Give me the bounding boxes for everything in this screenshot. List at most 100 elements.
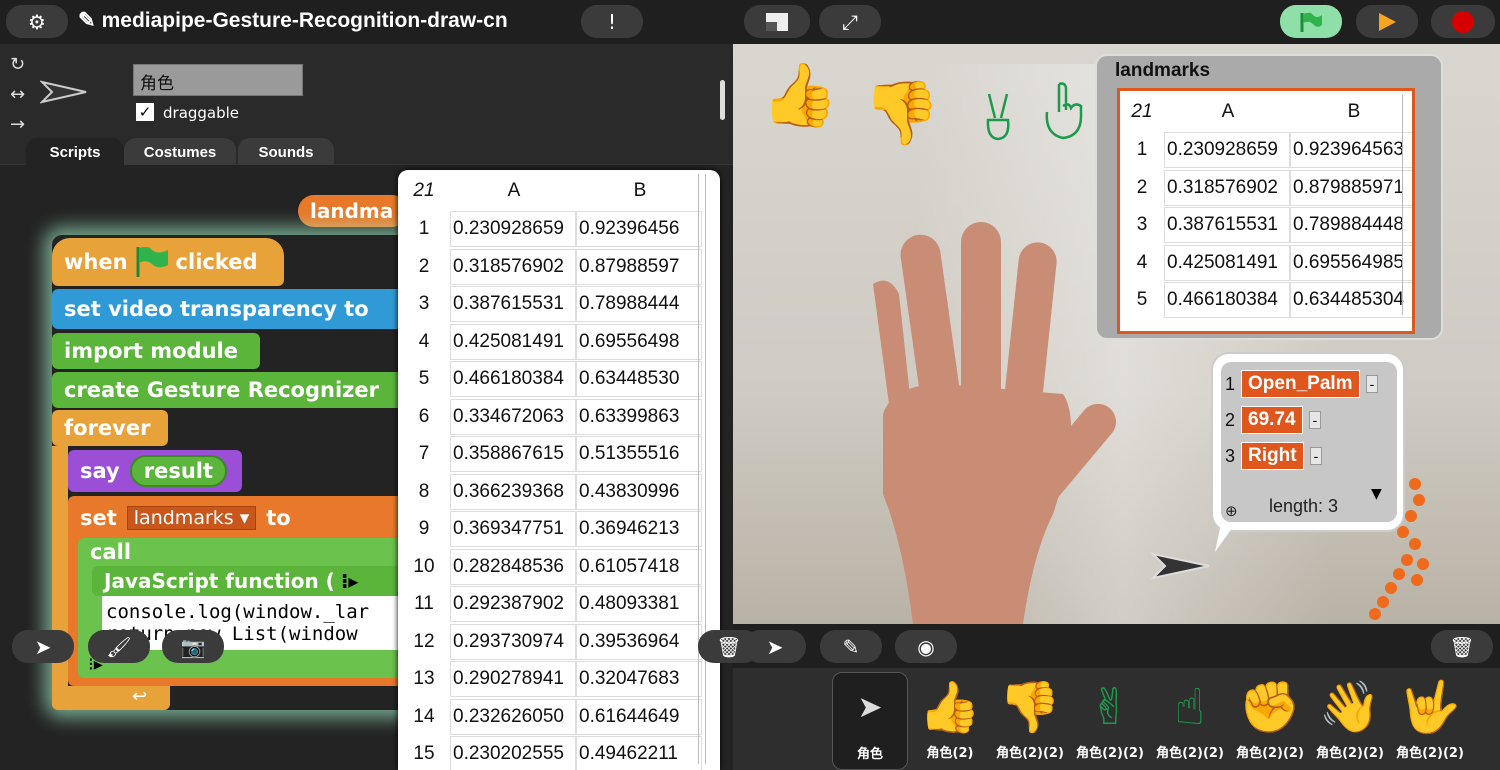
say-block[interactable]: say result	[68, 450, 242, 492]
settings-gear-icon[interactable]: ⚙	[6, 5, 68, 38]
forever-block[interactable]: forever	[52, 410, 168, 446]
cell-a[interactable]: 0.318576902	[450, 248, 576, 285]
cell-b[interactable]: 0.63448530	[576, 361, 702, 397]
tab-sounds[interactable]: Sounds	[238, 138, 334, 166]
add-item-icon[interactable]: ⊕	[1225, 502, 1238, 520]
create-gesture-recognizer-block[interactable]: create Gesture Recognizer	[52, 372, 412, 408]
result-list-value[interactable]: Right	[1241, 442, 1304, 470]
cell-b[interactable]: 0.36946213	[576, 511, 702, 547]
cell-b[interactable]: 0.69556498	[576, 323, 702, 360]
watcher-cell-b[interactable]: 0.634485304	[1290, 282, 1412, 318]
cell-a[interactable]: 0.425081491	[450, 323, 576, 360]
variable-dropdown[interactable]: landmarks ▾	[126, 506, 257, 530]
remove-item-icon[interactable]: -	[1365, 375, 1379, 393]
watcher-cell-a[interactable]: 0.466180384	[1164, 282, 1290, 318]
cell-b[interactable]: 0.49462211	[576, 736, 702, 770]
sprite-bar-scrollbar[interactable]	[720, 80, 725, 120]
cell-a[interactable]: 0.293730974	[450, 623, 576, 660]
cell-a[interactable]: 0.366239368	[450, 473, 576, 510]
rotate-lr-icon[interactable]: ↔	[10, 84, 25, 105]
remove-item-icon[interactable]: -	[1309, 447, 1323, 465]
watcher-column-a[interactable]: A	[1164, 94, 1290, 130]
watcher-scrollbar[interactable]	[1402, 95, 1410, 315]
watcher-table[interactable]: 21 A B 1 0.230928659 0.923964563 2 0.3185769…	[1117, 88, 1415, 334]
tab-scripts[interactable]: Scripts	[26, 138, 124, 166]
stop-button[interactable]	[1431, 5, 1495, 38]
corral-sprite[interactable]: 👎 角色(2)(2)	[992, 672, 1068, 770]
play-button[interactable]	[1356, 5, 1418, 38]
cell-a[interactable]: 0.230202555	[450, 736, 576, 770]
watcher-cell-a[interactable]: 0.387615531	[1164, 207, 1290, 243]
paint-brush-icon[interactable]: ✎	[820, 630, 882, 663]
column-header-a[interactable]: A	[450, 173, 576, 209]
cell-b[interactable]: 0.43830996	[576, 473, 702, 510]
green-flag-button[interactable]	[1280, 5, 1342, 38]
thumbs-up-icon[interactable]: 👍	[761, 58, 838, 132]
pointing-up-icon[interactable]	[1043, 82, 1085, 140]
cell-a[interactable]: 0.282848536	[450, 548, 576, 585]
fullscreen-icon[interactable]: ⤢	[819, 5, 881, 38]
cell-b[interactable]: 0.63399863	[576, 398, 702, 435]
corral-sprite[interactable]: ➤ 角色	[832, 672, 908, 770]
cell-a[interactable]: 0.334672063	[450, 398, 576, 435]
column-header-b[interactable]: B	[576, 173, 702, 209]
script-table-view[interactable]: 21 A B 1 0.230928659 0.92396456 2 0.31857690…	[398, 170, 720, 770]
cell-a[interactable]: 0.230928659	[450, 211, 576, 247]
cell-a[interactable]: 0.292387902	[450, 586, 576, 622]
cell-b[interactable]: 0.78988444	[576, 286, 702, 322]
remove-item-icon[interactable]: -	[1308, 411, 1322, 429]
set-video-transparency-block[interactable]: set video transparency to	[52, 289, 412, 329]
cell-a[interactable]: 0.387615531	[450, 286, 576, 322]
watcher-cell-a[interactable]: 0.230928659	[1164, 132, 1290, 168]
cell-a[interactable]: 0.290278941	[450, 661, 576, 697]
result-list-value[interactable]: 69.74	[1241, 406, 1303, 434]
watcher-cell-b[interactable]: 0.923964563	[1290, 132, 1412, 168]
sprite-name-input[interactable]: 角色	[133, 64, 303, 96]
cell-a[interactable]: 0.369347751	[450, 511, 576, 547]
thumbs-down-icon[interactable]: 👎	[863, 76, 940, 150]
cell-b[interactable]: 0.61644649	[576, 698, 702, 735]
cell-b[interactable]: 0.61057418	[576, 548, 702, 585]
stage[interactable]: 👍 👎 landmarks 21 A B 1 0.230928659 0.92396…	[733, 44, 1500, 624]
corral-sprite[interactable]: ✊ 角色(2)(2)	[1232, 672, 1308, 770]
tab-costumes[interactable]: Costumes	[124, 138, 236, 166]
rotate-any-icon[interactable]: ↻	[10, 54, 25, 75]
draggable-checkbox[interactable]: ✓	[136, 103, 154, 121]
stage-size-icon[interactable]	[744, 5, 810, 38]
result-reporter[interactable]: result	[129, 455, 228, 487]
trash-icon[interactable]: 🗑	[1431, 630, 1493, 663]
input-arrows-icon[interactable]: ⁝▸	[341, 569, 359, 593]
corral-sprite[interactable]: 👍 角色(2)	[912, 672, 988, 770]
when-flag-clicked-block[interactable]: when clicked	[52, 238, 284, 286]
watcher-cell-a[interactable]: 0.425081491	[1164, 244, 1290, 281]
cell-b[interactable]: 0.92396456	[576, 211, 702, 247]
table-scrollbar[interactable]	[698, 174, 706, 764]
watcher-cell-b[interactable]: 0.695564985	[1290, 244, 1412, 281]
sprite-arrow-icon[interactable]	[1151, 552, 1211, 580]
corral-sprite[interactable]: 🤟 角色(2)(2)	[1392, 672, 1468, 770]
watcher-cell-b[interactable]: 0.789884448	[1290, 207, 1412, 243]
result-list-value[interactable]: Open_Palm	[1241, 370, 1360, 398]
victory-icon[interactable]	[983, 92, 1013, 142]
javascript-function-block[interactable]: JavaScript function ( ⁝▸	[92, 566, 408, 596]
corral-sprite[interactable]: ✌ 角色(2)(2)	[1072, 672, 1148, 770]
watcher-column-b[interactable]: B	[1290, 94, 1412, 130]
unused-blocks-icon[interactable]: !	[581, 5, 643, 38]
cell-b[interactable]: 0.51355516	[576, 436, 702, 472]
camera-icon[interactable]: 📷	[162, 630, 224, 663]
cell-a[interactable]: 0.232626050	[450, 698, 576, 735]
turtle-sprite-button[interactable]: ➤	[744, 630, 806, 663]
landmarks-watcher[interactable]: landmarks 21 A B 1 0.230928659 0.923964563…	[1095, 54, 1443, 340]
paint-brush-icon[interactable]: 🖌	[88, 630, 150, 663]
cell-b[interactable]: 0.39536964	[576, 623, 702, 660]
cell-b[interactable]: 0.32047683	[576, 661, 702, 697]
cell-b[interactable]: 0.48093381	[576, 586, 702, 622]
cell-b[interactable]: 0.87988597	[576, 248, 702, 285]
cell-a[interactable]: 0.466180384	[450, 361, 576, 397]
watcher-cell-a[interactable]: 0.318576902	[1164, 169, 1290, 206]
turtle-sprite-button[interactable]: ➤	[12, 630, 74, 663]
rotate-none-icon[interactable]: →	[10, 114, 25, 135]
camera-icon[interactable]: ◉	[895, 630, 957, 663]
watcher-cell-b[interactable]: 0.879885971	[1290, 169, 1412, 206]
landmarks-variable-block[interactable]: landma	[298, 195, 408, 227]
